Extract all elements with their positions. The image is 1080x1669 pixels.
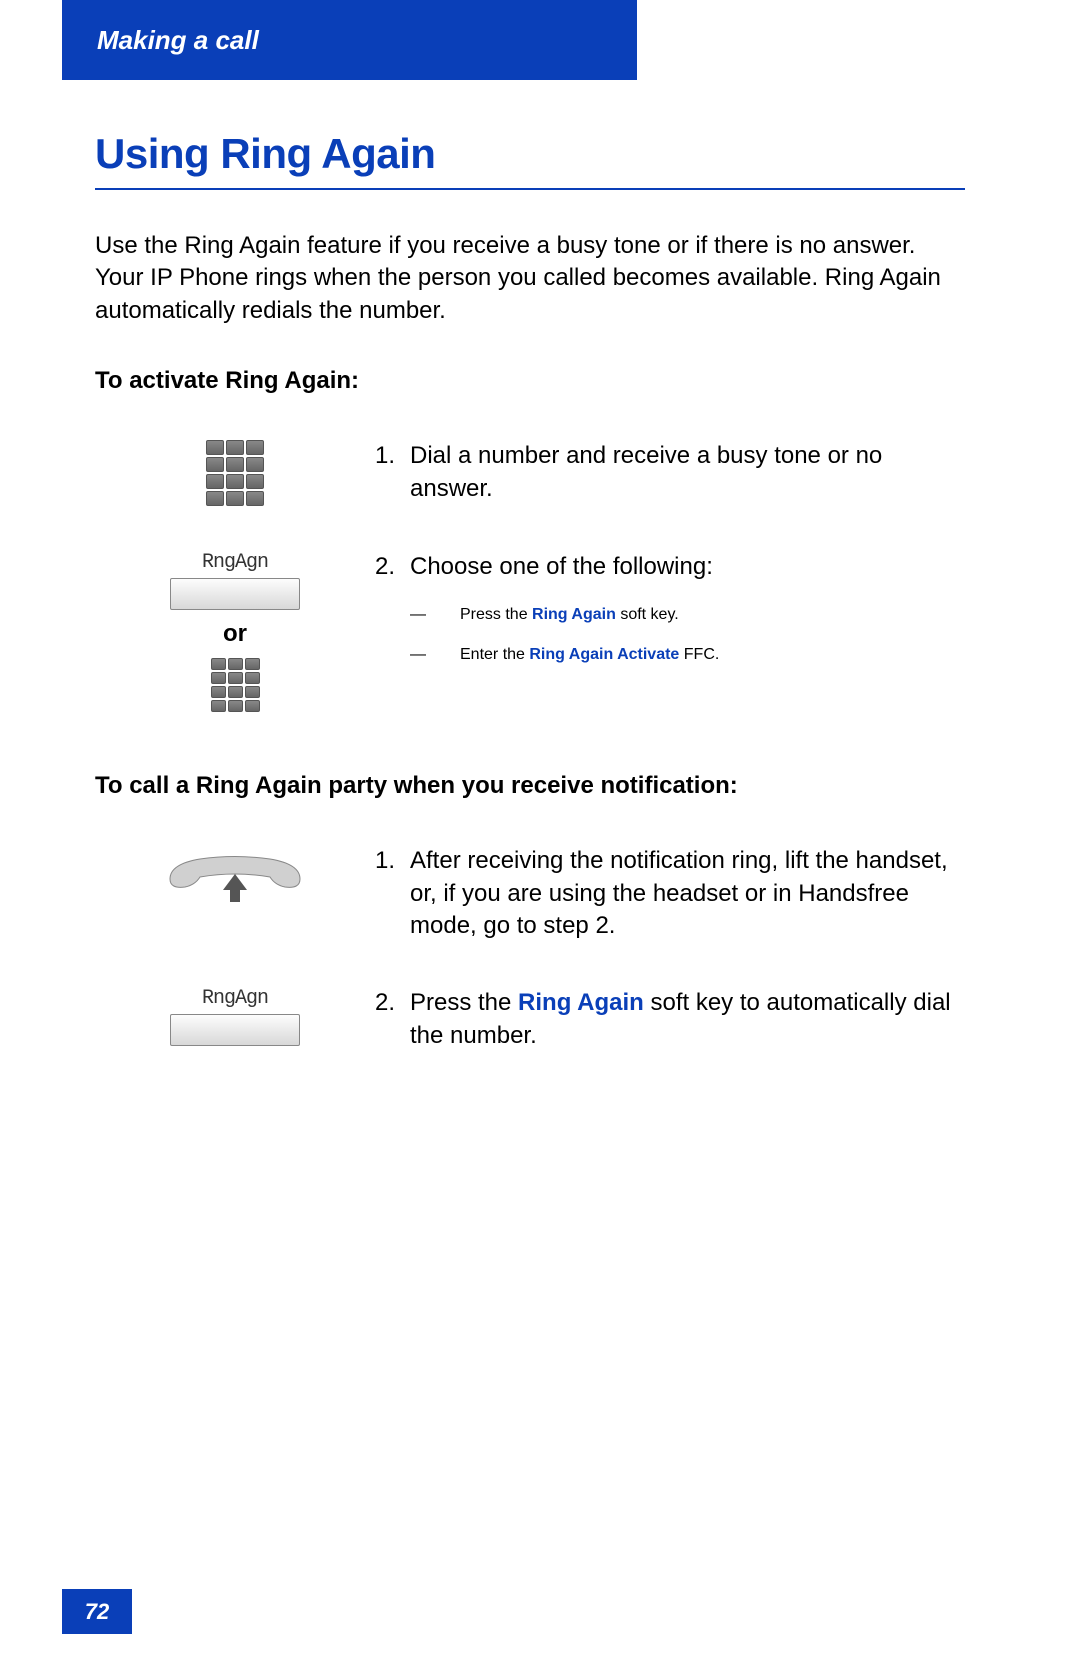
step-text: Press the Ring Again soft key to automat…	[410, 987, 965, 1052]
step-number: 2.	[375, 551, 410, 583]
keypad-icon	[211, 658, 260, 712]
chapter-title: Making a call	[97, 25, 259, 56]
page-title: Using Ring Again	[95, 130, 965, 190]
softkey-button-icon	[170, 578, 300, 610]
page-number-footer: 72	[62, 1589, 132, 1634]
step-number: 1.	[375, 845, 410, 942]
section1-step1: 1. Dial a number and receive a busy tone…	[95, 440, 965, 506]
section1-heading: To activate Ring Again:	[95, 367, 965, 395]
softkey-button-icon	[170, 1014, 300, 1046]
section2-step2: RngAgn 2. Press the Ring Again soft key …	[95, 987, 965, 1052]
page-number: 72	[85, 1599, 109, 1625]
intro-paragraph: Use the Ring Again feature if you receiv…	[95, 230, 965, 327]
softkey-label: RngAgn	[202, 551, 268, 574]
section1-step2: RngAgn or 2. Choose one of the following…	[95, 551, 965, 712]
bullet-dash: —	[410, 646, 460, 664]
bullet-text: Press the Ring Again soft key.	[460, 606, 965, 624]
chapter-header: Making a call	[62, 0, 637, 80]
softkey-label: RngAgn	[202, 987, 268, 1010]
step-text: Dial a number and receive a busy tone or…	[410, 440, 965, 505]
handset-lift-icon	[160, 845, 310, 905]
bullet-dash: —	[410, 606, 460, 624]
or-label: or	[223, 620, 247, 648]
bullet-item: — Enter the Ring Again Activate FFC.	[375, 646, 965, 664]
section2-heading: To call a Ring Again party when you rece…	[95, 772, 965, 800]
step-text: Choose one of the following:	[410, 551, 965, 583]
bullet-item: — Press the Ring Again soft key.	[375, 606, 965, 624]
section2-step1: 1. After receiving the notification ring…	[95, 845, 965, 942]
step-number: 2.	[375, 987, 410, 1052]
step-text: After receiving the notification ring, l…	[410, 845, 965, 942]
step-number: 1.	[375, 440, 410, 505]
keypad-icon	[206, 440, 264, 506]
bullet-text: Enter the Ring Again Activate FFC.	[460, 646, 965, 664]
